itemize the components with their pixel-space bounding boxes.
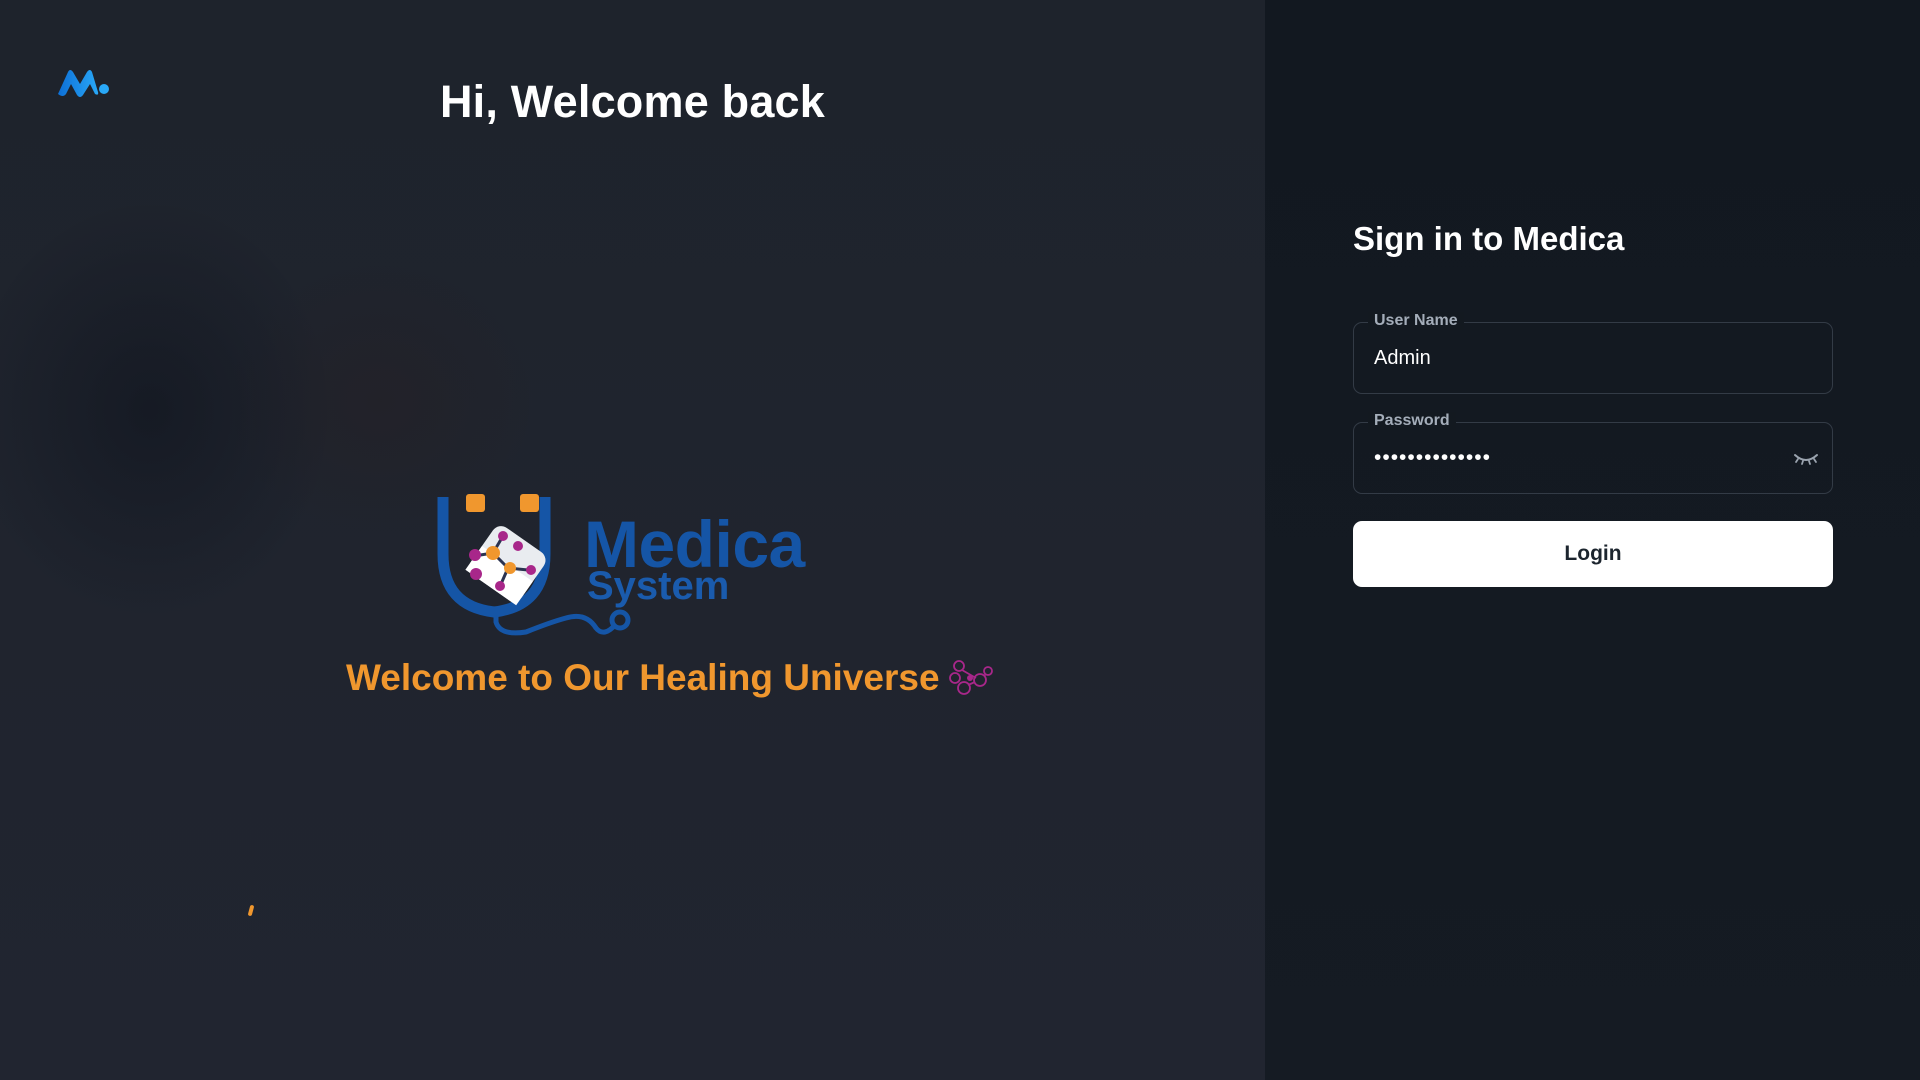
username-input[interactable] [1374, 323, 1774, 393]
welcome-title: Hi, Welcome back [439, 76, 826, 127]
eye-closed-icon[interactable] [1792, 445, 1820, 473]
molecule-icon [948, 660, 993, 695]
tagline: Welcome to Our Healing Universe [346, 651, 994, 705]
login-page: Hi, Welcome back Medica System Welcome t… [0, 0, 1920, 1080]
tagline-text: Welcome to Our Healing Universe [346, 657, 940, 698]
username-field[interactable]: User Name [1353, 312, 1833, 394]
welcome-panel: Hi, Welcome back Medica System Welcome t… [0, 0, 1265, 1080]
password-input[interactable]: •••••••••••••• [1374, 423, 1774, 493]
signin-panel: Sign in to Medica User Name Password •••… [1265, 0, 1920, 1080]
signin-title: Sign in to Medica [1353, 220, 1625, 257]
login-button[interactable]: Login [1353, 521, 1833, 587]
wordmark-system: System [587, 564, 730, 608]
password-field[interactable]: Password •••••••••••••• [1353, 412, 1833, 494]
decorative-mark [247, 904, 255, 917]
